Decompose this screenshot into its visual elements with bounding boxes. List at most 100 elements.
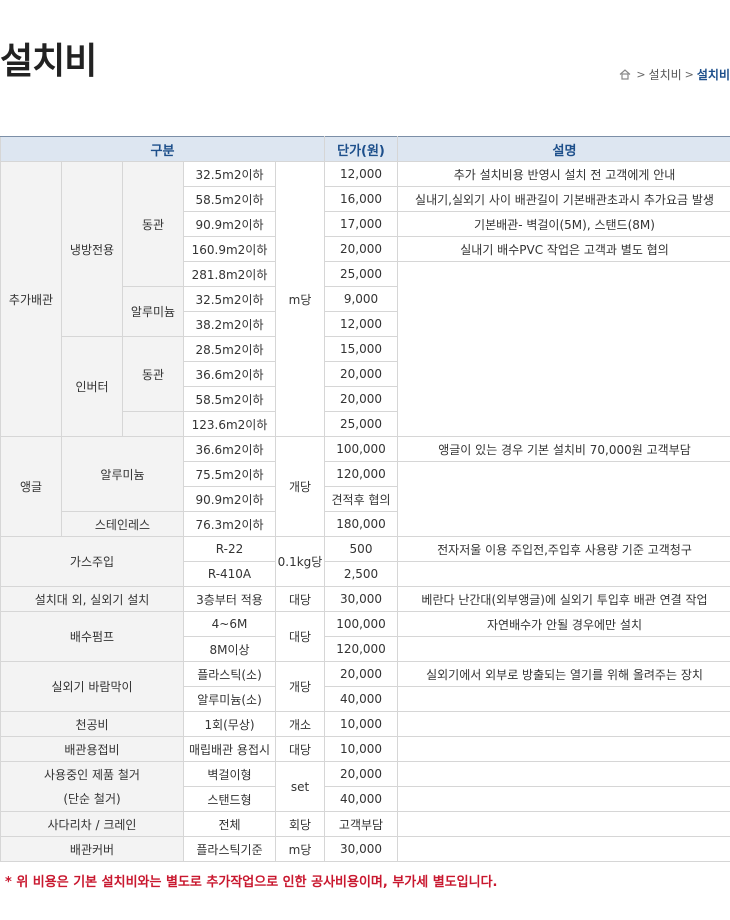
category-cell: 설치대 외, 실외기 설치 xyxy=(0,586,184,612)
desc-cell: 실내기,실외기 사이 배관길이 기본배관초과시 추가요금 발생 xyxy=(397,186,730,212)
price-cell: 20,000 xyxy=(324,761,398,787)
desc-cell xyxy=(397,811,730,837)
category-cell: 천공비 xyxy=(0,711,184,737)
spec-cell: 90.9m2이하 xyxy=(183,211,276,237)
home-icon[interactable] xyxy=(619,69,631,80)
category-cell: 사용중인 제품 철거 xyxy=(0,761,184,787)
spec-cell: 플라스틱(소) xyxy=(183,661,276,687)
header-category: 구분 xyxy=(0,136,325,162)
price-cell: 20,000 xyxy=(324,361,398,387)
spec-cell: 알루미늄(소) xyxy=(183,686,276,712)
spec-cell: 스탠드형 xyxy=(183,786,276,812)
category-cell: 추가배관 xyxy=(0,161,62,437)
table-row: 설치대 외, 실외기 설치 3층부터 적용 대당 30,000 베란다 난간대(… xyxy=(0,586,730,612)
header-price: 단가(원) xyxy=(324,136,398,162)
price-cell: 12,000 xyxy=(324,161,398,187)
table-row: (단순 철거) 스탠드형 40,000 xyxy=(0,786,730,812)
spec-cell: 76.3m2이하 xyxy=(183,511,276,537)
price-cell: 20,000 xyxy=(324,661,398,687)
table-row: 배수펌프 4~6M 대당 100,000 자연배수가 안될 경우에만 설치 xyxy=(0,611,730,662)
spec-cell: 123.6m2이하 xyxy=(183,411,276,437)
header-desc: 설명 xyxy=(397,136,730,162)
unit-cell: 개당 xyxy=(275,436,325,537)
spec-cell: 160.9m2이하 xyxy=(183,236,276,262)
spec-cell: 4~6M xyxy=(183,611,276,637)
spec-cell: 벽걸이형 xyxy=(183,761,276,787)
spec-cell: R-22 xyxy=(183,536,276,562)
unit-cell: 대당 xyxy=(275,736,325,762)
spec-cell: 28.5m2이하 xyxy=(183,336,276,362)
spec-cell: 36.6m2이하 xyxy=(183,436,276,462)
desc-cell xyxy=(397,786,730,812)
spec-cell: 플라스틱기준 xyxy=(183,836,276,862)
price-cell: 100,000 xyxy=(324,436,398,462)
price-cell: 10,000 xyxy=(324,736,398,762)
desc-cell xyxy=(397,461,730,537)
spec-cell: 매립배관 용접시 xyxy=(183,736,276,762)
price-cell: 15,000 xyxy=(324,336,398,362)
desc-cell xyxy=(397,686,730,712)
price-cell: 25,000 xyxy=(324,411,398,437)
spec-cell: 1회(무상) xyxy=(183,711,276,737)
unit-cell: set xyxy=(275,761,325,812)
table-row: 천공비 1회(무상) 개소 10,000 xyxy=(0,711,730,737)
price-cell: 30,000 xyxy=(324,586,398,612)
category-cell: 사다리차 / 크레인 xyxy=(0,811,184,837)
table-header-row: 구분 단가(원) 설명 xyxy=(0,136,730,162)
category-cell: 실외기 바람막이 xyxy=(0,661,184,712)
breadcrumb: > 설치비 > 설치비 xyxy=(619,66,730,83)
desc-cell: 기본배관- 벽걸이(5M), 스탠드(8M) xyxy=(397,211,730,237)
category-cell: 배수펌프 xyxy=(0,611,184,662)
price-cell: 12,000 xyxy=(324,311,398,337)
unit-cell: 대당 xyxy=(275,586,325,612)
desc-cell: 베란다 난간대(외부앵글)에 실외기 투입후 배관 연결 작업 xyxy=(397,586,730,612)
price-cell: 120,000 xyxy=(324,461,398,487)
category-cell: 가스주입 xyxy=(0,536,184,587)
spec-cell: 38.2m2이하 xyxy=(183,311,276,337)
table-row: 사용중인 제품 철거 벽걸이형 set 20,000 xyxy=(0,761,730,812)
spec-cell: 3층부터 적용 xyxy=(183,586,276,612)
desc-cell: 실외기에서 외부로 방출되는 열기를 위해 올려주는 장치 xyxy=(397,661,730,687)
category-cell: 냉방전용 xyxy=(61,161,123,337)
price-cell: 500 xyxy=(324,536,398,562)
chevron-right-icon: > xyxy=(636,68,646,81)
breadcrumb-current: 설치비 xyxy=(696,68,730,82)
desc-cell: 실내기 배수PVC 작업은 고객과 별도 협의 xyxy=(397,236,730,262)
price-cell: 17,000 xyxy=(324,211,398,237)
spec-cell: 36.6m2이하 xyxy=(183,361,276,387)
category-cell: 인버터 xyxy=(61,336,123,437)
table-row: 가스주입 R-22 0.1kg당 500 전자저울 이용 주입전,주입후 사용량… xyxy=(0,536,730,587)
table-row: 배관커버 플라스틱기준 m당 30,000 xyxy=(0,836,730,862)
category-cell: 알루미늄 xyxy=(122,286,184,337)
breadcrumb-item[interactable]: 설치비 xyxy=(649,66,682,83)
price-table: 구분 단가(원) 설명 추가배관 냉방전용 동관 32.5m2이하 m당 12,… xyxy=(0,136,730,862)
page-title: 설치비 xyxy=(0,41,97,82)
desc-cell: 자연배수가 안될 경우에만 설치 xyxy=(397,611,730,637)
desc-cell xyxy=(397,836,730,862)
spec-cell: 전체 xyxy=(183,811,276,837)
price-cell: 180,000 xyxy=(324,511,398,537)
category-cell: 알루미늄 xyxy=(61,436,184,512)
unit-cell: 대당 xyxy=(275,611,325,662)
desc-cell xyxy=(397,736,730,762)
spec-cell: R-410A xyxy=(183,561,276,587)
unit-cell: 회당 xyxy=(275,811,325,837)
price-cell: 20,000 xyxy=(324,386,398,412)
category-cell: (단순 철거) xyxy=(0,786,184,812)
desc-cell xyxy=(397,561,730,587)
spec-cell: 32.5m2이하 xyxy=(183,161,276,187)
category-cell: 스테인레스 xyxy=(61,511,184,537)
footer-note: * 위 비용은 기본 설치비와는 별도로 추가작업으로 인한 공사비용이며, 부… xyxy=(5,875,498,890)
category-cell xyxy=(122,411,184,437)
spec-cell: 75.5m2이하 xyxy=(183,461,276,487)
price-cell: 견적후 협의 xyxy=(324,486,398,512)
price-cell: 10,000 xyxy=(324,711,398,737)
table-row: 사다리차 / 크레인 전체 회당 고객부담 xyxy=(0,811,730,837)
category-cell: 동관 xyxy=(122,161,184,287)
spec-cell: 32.5m2이하 xyxy=(183,286,276,312)
desc-cell xyxy=(397,636,730,662)
price-cell: 고객부담 xyxy=(324,811,398,837)
table-row: 추가배관 냉방전용 동관 32.5m2이하 m당 12,000 추가 설치비용 … xyxy=(0,161,730,437)
price-cell: 25,000 xyxy=(324,261,398,287)
desc-cell xyxy=(397,711,730,737)
